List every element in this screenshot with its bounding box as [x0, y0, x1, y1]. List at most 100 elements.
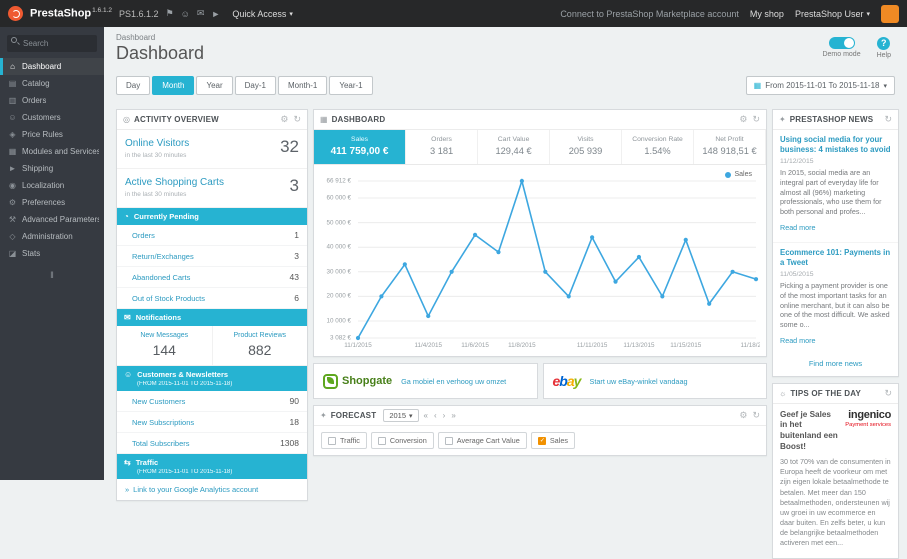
sidebar-item[interactable]: ◇ Administration	[0, 228, 104, 245]
sidebar-item[interactable]: ▦ Modules and Services	[0, 143, 104, 160]
sidebar-item-icon: ⌂	[8, 62, 17, 71]
marketplace-link[interactable]: Connect to PrestaShop Marketplace accoun…	[560, 9, 739, 19]
sidebar-item-label: Orders	[22, 96, 46, 105]
kpi-cell[interactable]: Net Profit 148 918,51 €	[694, 130, 766, 164]
online-visitors-block: Online Visitors in the last 30 minutes 3…	[117, 130, 307, 169]
customers-row[interactable]: Total Subscribers 1308	[117, 433, 307, 454]
x-axis-tick-label: 11/13/2015	[623, 342, 654, 349]
search-input[interactable]	[7, 35, 97, 52]
orders-notification-icon[interactable]: ⚑	[166, 8, 174, 19]
forecast-year-select[interactable]: 2015 ▾	[383, 409, 418, 422]
kpi-cell[interactable]: Cart Value 129,44 €	[478, 130, 550, 164]
caret-down-icon: ▾	[883, 82, 887, 90]
sidebar-item[interactable]: ▤ Catalog	[0, 75, 104, 92]
read-more-link[interactable]: Read more	[780, 223, 816, 232]
shopgate-promo-link[interactable]: Ga mobiel en verhoog uw omzet	[401, 377, 506, 386]
period-button[interactable]: Day	[116, 76, 150, 95]
notification-column[interactable]: Product Reviews 882	[212, 326, 308, 365]
forecast-metric-option[interactable]: Conversion	[371, 432, 434, 449]
left-column: ◎ ACTIVITY OVERVIEW ⚙ ↻ Online Visitors …	[116, 109, 308, 501]
pending-row[interactable]: Out of Stock Products 6	[117, 288, 307, 309]
help-icon[interactable]: ?	[877, 37, 890, 50]
prestashop-logo-icon[interactable]	[8, 6, 23, 21]
messages-notification-icon[interactable]: ✉	[197, 8, 205, 19]
forecast-metric-option[interactable]: Sales	[531, 432, 575, 449]
pending-row[interactable]: Return/Exchanges 3	[117, 246, 307, 267]
sidebar-item[interactable]: ◉ Localization	[0, 177, 104, 194]
forecast-metric-option[interactable]: Average Cart Value	[438, 432, 527, 449]
checkbox-icon	[328, 437, 336, 445]
people-icon: ☺	[124, 370, 132, 379]
pending-row-value: 3	[294, 251, 299, 261]
google-analytics-link[interactable]: » Link to your Google Analytics account	[117, 479, 307, 500]
x-axis-tick-label: 11/1/2015	[344, 342, 372, 349]
customers-row[interactable]: New Customers 90	[117, 391, 307, 412]
kpi-cell[interactable]: Conversion Rate 1.54%	[622, 130, 694, 164]
sidebar-item[interactable]: ⌂ Dashboard	[0, 58, 104, 75]
sidebar-item[interactable]: ⚙ Preferences	[0, 194, 104, 211]
refresh-icon[interactable]: ↻	[884, 388, 892, 399]
settings-icon[interactable]: ⚙	[280, 114, 288, 125]
quick-access-menu[interactable]: Quick Access▾	[232, 9, 293, 19]
chart-legend[interactable]: Sales	[725, 171, 752, 178]
clock-icon: ◔	[124, 212, 129, 221]
kpi-cell[interactable]: Visits 205 939	[550, 130, 622, 164]
refresh-icon[interactable]: ↻	[752, 410, 760, 421]
shop-name: PS1.6.1.2	[119, 9, 159, 19]
notification-column[interactable]: New Messages 144	[117, 326, 212, 365]
pending-row[interactable]: Abandoned Carts 43	[117, 267, 307, 288]
find-more-news-link[interactable]: Find more news	[773, 355, 898, 376]
refresh-icon[interactable]: ↻	[752, 114, 760, 125]
prestashop-admin-dashboard: { "colors": { "accent": "#26b3d2", "link…	[0, 0, 907, 480]
pending-row[interactable]: Orders 1	[117, 225, 307, 246]
sidebar-item[interactable]: ⚒ Advanced Parameters	[0, 211, 104, 228]
article-title-link[interactable]: Using social media for your business: 4 …	[780, 135, 891, 155]
onboarding-icon[interactable]: ►	[211, 9, 220, 19]
first-year-button[interactable]: «	[423, 411, 429, 420]
kpi-cell[interactable]: Orders 3 181	[406, 130, 478, 164]
forecast-metric-options: Traffic Conversion Average Cart Value Sa…	[314, 426, 766, 455]
shopgate-promo[interactable]: Shopgate Ga mobiel en verhoog uw omzet	[313, 363, 538, 399]
article-title-link[interactable]: Ecommerce 101: Payments in a Tweet	[780, 248, 891, 268]
user-menu[interactable]: PrestaShop User▾	[795, 9, 870, 19]
sidebar-item[interactable]: ◪ Stats	[0, 245, 104, 262]
panel-tools: ⚙ ↻	[280, 114, 301, 125]
demo-mode-toggle[interactable]	[829, 37, 855, 49]
forecast-metric-option[interactable]: Traffic	[321, 432, 367, 449]
sidebar-collapse-button[interactable]: ‖	[0, 270, 104, 280]
sidebar-item[interactable]: ◈ Price Rules	[0, 126, 104, 143]
ebay-promo-link[interactable]: Start uw eBay-winkel vandaag	[589, 377, 687, 386]
last-year-button[interactable]: »	[450, 411, 456, 420]
y-axis-tick-label: 66 912 €	[326, 178, 351, 185]
period-button[interactable]: Year	[196, 76, 232, 95]
user-avatar[interactable]	[881, 5, 899, 23]
date-range-button[interactable]: ▦ From 2015-11-01 To 2015-11-18 ▾	[746, 76, 895, 95]
active-carts-link[interactable]: Active Shopping Carts	[125, 177, 224, 188]
prev-year-button[interactable]: ‹	[433, 411, 438, 420]
settings-icon[interactable]: ⚙	[739, 410, 747, 421]
period-button[interactable]: Month	[152, 76, 194, 95]
next-year-button[interactable]: ›	[442, 411, 447, 420]
ebay-promo[interactable]: ebay Start uw eBay-winkel vandaag	[543, 363, 768, 399]
dashboard-panel: ▦ DASHBOARD ⚙ ↻ Sales 411 759,00 € Order…	[313, 109, 767, 357]
refresh-icon[interactable]: ↻	[884, 114, 892, 125]
customers-notification-icon[interactable]: ☺	[181, 9, 190, 19]
customers-row[interactable]: New Subscriptions 18	[117, 412, 307, 433]
sidebar-item[interactable]: ► Shipping	[0, 160, 104, 177]
my-shop-link[interactable]: My shop	[750, 9, 784, 19]
settings-icon[interactable]: ⚙	[739, 114, 747, 125]
pending-rows: Orders 1 Return/Exchanges 3 Abandoned Ca…	[117, 225, 307, 309]
online-visitors-link[interactable]: Online Visitors	[125, 138, 189, 149]
sidebar-item-label: Modules and Services	[22, 147, 99, 156]
news-article: Ecommerce 101: Payments in a Tweet 11/05…	[773, 242, 898, 355]
read-more-link[interactable]: Read more	[780, 336, 816, 345]
y-axis-tick-label: 10 000 €	[326, 317, 351, 324]
sidebar-item[interactable]: ☺ Customers	[0, 109, 104, 126]
news-articles: Using social media for your business: 4 …	[773, 130, 898, 355]
refresh-icon[interactable]: ↻	[293, 114, 301, 125]
kpi-cell[interactable]: Sales 411 759,00 €	[314, 130, 406, 164]
period-button[interactable]: Day-1	[235, 76, 276, 95]
period-button[interactable]: Year-1	[329, 76, 372, 95]
period-button[interactable]: Month-1	[278, 76, 327, 95]
sidebar-item[interactable]: ▥ Orders	[0, 92, 104, 109]
